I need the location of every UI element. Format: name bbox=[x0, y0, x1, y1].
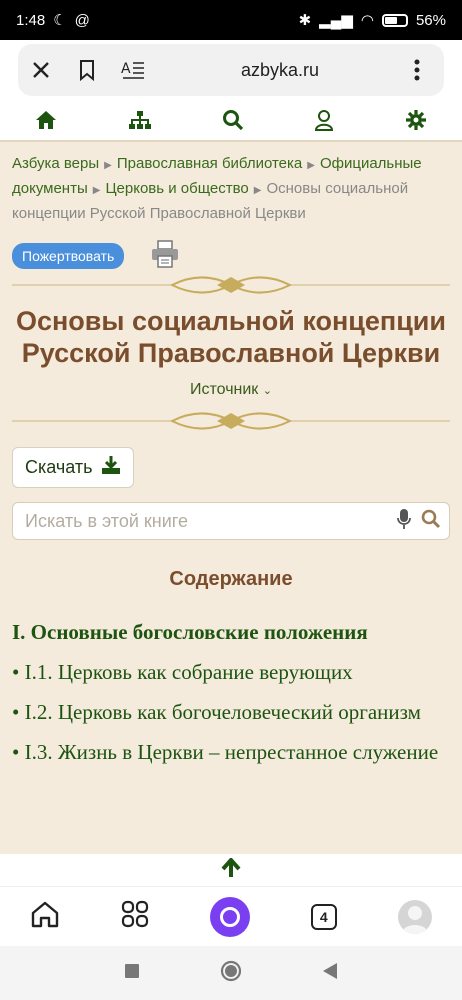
reader-mode-icon[interactable]: A bbox=[110, 44, 156, 96]
page-title: Основы социальной концепции Русской Прав… bbox=[15, 306, 447, 368]
source-toggle[interactable]: Источник ⌄ bbox=[12, 381, 450, 399]
wifi-icon: ◠ bbox=[360, 12, 374, 29]
home-circle-icon[interactable] bbox=[220, 960, 242, 987]
toc-section-link[interactable]: I. Основные богословские положения bbox=[12, 619, 450, 645]
moon-icon: ☾ bbox=[53, 12, 67, 29]
recents-icon[interactable] bbox=[124, 963, 140, 984]
table-of-contents: I. Основные богословские положения • I.1… bbox=[12, 619, 450, 765]
chevron-right-icon: ▶ bbox=[253, 185, 262, 196]
breadcrumb: Азбука веры ▶ Православная библиотека ▶ Офиц… bbox=[12, 152, 450, 225]
download-button[interactable]: Скачать bbox=[12, 447, 134, 488]
svg-text:A: A bbox=[121, 61, 131, 77]
bookmark-icon[interactable] bbox=[64, 44, 110, 96]
chevron-right-icon: ▶ bbox=[307, 160, 315, 171]
search-icon[interactable] bbox=[421, 509, 441, 534]
services-grid-icon[interactable] bbox=[121, 900, 149, 933]
search-icon[interactable] bbox=[222, 109, 244, 136]
ornament-divider bbox=[12, 273, 450, 297]
chevron-right-icon: ▶ bbox=[104, 160, 112, 171]
book-search bbox=[12, 502, 450, 540]
tabs-button[interactable]: 4 bbox=[310, 903, 337, 930]
status-bar: 1:48 ☾ @ ✱ ▂▄▆ ◠ 56% bbox=[0, 0, 462, 40]
toc-heading: Содержание bbox=[169, 568, 293, 590]
toc-item[interactable]: • I.1. Церковь как собрание верующих bbox=[12, 659, 450, 685]
toc-item[interactable]: • I.3. Жизнь в Церкви – непрестанное слу… bbox=[12, 739, 450, 765]
close-icon[interactable] bbox=[18, 44, 64, 96]
status-time: 1:48 bbox=[16, 11, 46, 29]
home-icon[interactable] bbox=[30, 900, 60, 933]
address-bar[interactable]: A azbyka.ru bbox=[18, 44, 444, 96]
browser-bottom-nav: 4 bbox=[0, 886, 462, 946]
chevron-down-icon: ⌄ bbox=[262, 385, 272, 397]
at-icon: @ bbox=[74, 11, 90, 29]
url-text[interactable]: azbyka.ru bbox=[156, 60, 404, 81]
book-search-input[interactable] bbox=[25, 510, 397, 532]
signal-icon: ▂▄▆ bbox=[319, 12, 353, 29]
sitemap-icon[interactable] bbox=[128, 110, 152, 135]
page-content: Азбука веры ▶ Православная библиотека ▶ Офиц… bbox=[0, 142, 462, 854]
download-label: Скачать bbox=[25, 457, 93, 477]
ornament-divider bbox=[12, 409, 450, 433]
system-nav-bar bbox=[0, 946, 462, 1000]
user-icon[interactable] bbox=[314, 109, 334, 136]
more-menu-icon[interactable] bbox=[394, 44, 440, 96]
browser-toolbar: A azbyka.ru bbox=[0, 40, 462, 104]
back-icon[interactable] bbox=[322, 962, 338, 985]
scroll-top-bar bbox=[0, 854, 462, 886]
site-nav bbox=[0, 104, 462, 142]
battery-level: 56% bbox=[415, 11, 446, 29]
breadcrumb-link[interactable]: Церковь и общество bbox=[105, 180, 248, 197]
download-icon bbox=[101, 456, 121, 479]
gear-icon[interactable] bbox=[405, 109, 427, 136]
print-icon[interactable] bbox=[150, 239, 180, 274]
toc-item[interactable]: • I.2. Церковь как богочеловеческий орга… bbox=[12, 699, 450, 725]
avatar[interactable] bbox=[397, 899, 432, 934]
breadcrumb-link[interactable]: Православная библиотека bbox=[117, 155, 302, 172]
bluetooth-icon: ✱ bbox=[298, 12, 312, 29]
donate-button[interactable]: Пожертвовать bbox=[12, 243, 125, 269]
assistant-icon bbox=[219, 906, 240, 927]
microphone-icon[interactable] bbox=[397, 508, 411, 535]
source-label: Источник bbox=[190, 381, 259, 398]
breadcrumb-link[interactable]: Азбука веры bbox=[12, 155, 99, 172]
assistant-button[interactable] bbox=[209, 896, 250, 937]
home-icon[interactable] bbox=[35, 110, 57, 135]
chevron-right-icon: ▶ bbox=[92, 185, 101, 196]
arrow-up-icon[interactable] bbox=[220, 856, 242, 883]
battery-icon bbox=[381, 13, 408, 27]
